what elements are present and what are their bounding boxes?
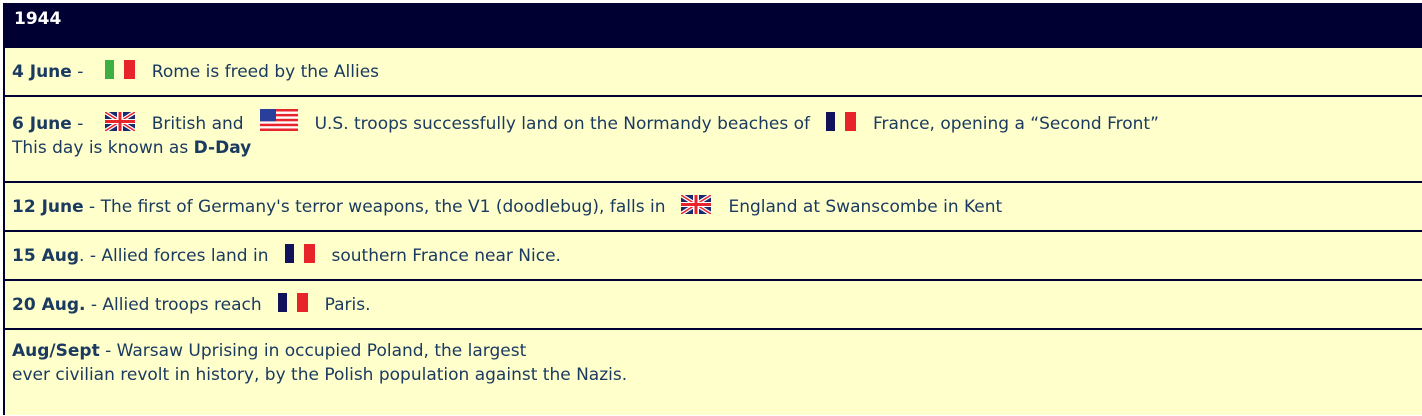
event-text: Rome is freed by the Allies <box>151 62 380 82</box>
event-text: - Warsaw Uprising in occupied Poland, th… <box>99 341 527 361</box>
france-flag-icon <box>277 293 308 312</box>
event-date: 6 June <box>12 114 72 134</box>
event-date: 12 June <box>12 197 84 217</box>
event-date: 15 Aug <box>12 246 80 266</box>
france-flag-icon <box>284 244 315 263</box>
event-row-20-aug: 20 Aug. - Allied troops reach Paris. <box>5 281 1422 330</box>
year-title: 1944 <box>14 9 62 29</box>
event-text-france: France, opening a “Second Front” <box>873 114 1159 134</box>
event-separator: - <box>71 114 89 134</box>
timeline-table: 1944 4 June - Rome is freed by the Allie… <box>3 3 1422 415</box>
event-text-line2: ever civilian revolt in history, by the … <box>12 365 628 385</box>
uk-flag-icon <box>681 195 712 214</box>
event-text-england: England at Swanscombe in Kent <box>728 197 1003 217</box>
us-flag-icon <box>259 109 298 131</box>
event-text-british: British and <box>151 114 244 134</box>
event-text-paris: Paris. <box>324 295 371 315</box>
event-text-france: southern France near Nice. <box>331 246 561 266</box>
event-row-6-june: 6 June - British and U.S. troops success… <box>5 97 1422 183</box>
italy-flag-icon <box>104 60 135 79</box>
event-date: 20 Aug. <box>12 295 86 315</box>
event-text: - The first of Germany's terror weapons,… <box>83 197 666 217</box>
event-row-12-june: 12 June - The first of Germany's terror … <box>5 183 1422 232</box>
d-day-label: D-Day <box>193 138 252 158</box>
france-flag-icon <box>826 112 857 131</box>
event-row-15-aug: 15 Aug. - Allied forces land in southern… <box>5 232 1422 281</box>
event-date: Aug/Sept <box>12 341 100 361</box>
event-separator: - <box>71 62 89 82</box>
event-text: - Allied troops reach <box>85 295 262 315</box>
event-text-us: U.S. troops successfully land on the Nor… <box>314 114 811 134</box>
event-text-line2: This day is known as <box>12 138 194 158</box>
event-row-aug-sept: Aug/Sept - Warsaw Uprising in occupied P… <box>5 330 1422 415</box>
year-header: 1944 <box>5 3 1422 48</box>
event-text: . - Allied forces land in <box>79 246 269 266</box>
uk-flag-icon <box>104 112 135 131</box>
event-date: 4 June <box>12 62 72 82</box>
event-row-4-june: 4 June - Rome is freed by the Allies <box>5 48 1422 97</box>
